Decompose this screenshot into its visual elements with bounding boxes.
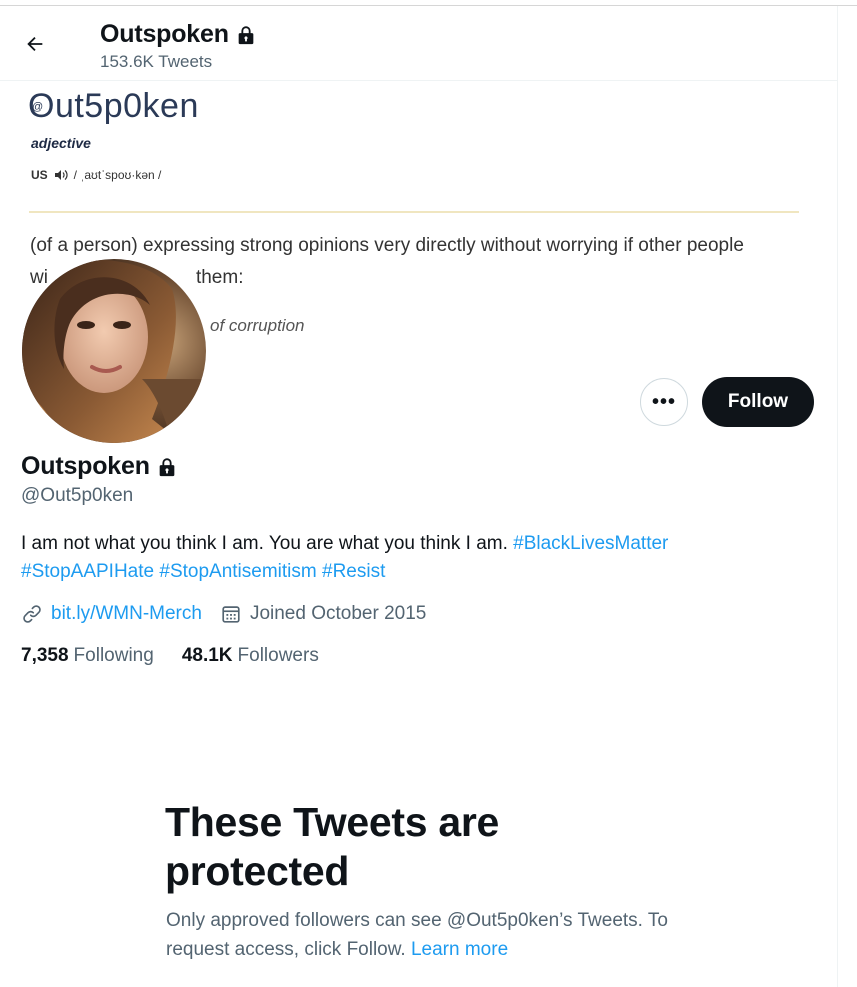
bio-text: I am not what you think I am. You are wh… <box>21 533 514 554</box>
lock-icon <box>159 457 175 476</box>
banner-word-at: @ <box>32 101 44 113</box>
header-name: Outspoken <box>100 20 229 48</box>
profile-website: bit.ly/WMN-Merch <box>21 603 202 625</box>
hashtag-link[interactable]: #BlackLivesMatter <box>513 533 668 554</box>
followers-count: 48.1K <box>181 645 233 666</box>
follow-button[interactable]: Follow <box>702 377 814 427</box>
followers-link[interactable]: 48.1K Followers <box>182 645 319 667</box>
arrow-left-icon <box>27 36 43 52</box>
profile-handle: @Out5p0ken <box>21 485 134 506</box>
back-button[interactable] <box>15 24 55 64</box>
banner-divider <box>29 211 799 213</box>
lock-icon <box>238 25 254 44</box>
banner-ipa: / ˌaʊtˈspoʊ·kən / <box>73 168 162 182</box>
banner-definition-line1: (of a person) expressing strong opinions… <box>30 235 744 256</box>
hashtag-link[interactable]: #StopAntisemitism <box>159 561 316 582</box>
following-link[interactable]: 7,358 Following <box>21 645 154 667</box>
followers-label: Followers <box>237 645 319 666</box>
protected-message: Only approved followers can see @Out5p0k… <box>166 906 686 964</box>
profile-joined: Joined October 2015 <box>220 603 426 625</box>
hashtag-link[interactable]: #Resist <box>322 561 385 582</box>
joined-date: Joined October 2015 <box>249 603 427 624</box>
more-options-button[interactable]: ••• <box>640 378 688 426</box>
following-label: Following <box>73 645 154 666</box>
banner-definition-line2-end: them: <box>195 267 244 288</box>
avatar[interactable] <box>19 256 209 446</box>
banner-pronunciation: US / ˌaʊtˈspoʊ·kən / <box>31 168 161 182</box>
calendar-icon <box>222 606 240 623</box>
column-divider <box>837 6 838 987</box>
tweet-count: 153.6K Tweets <box>100 52 213 71</box>
learn-more-link[interactable]: Learn more <box>411 939 508 960</box>
profile-header: Outspoken 153.6K Tweets <box>0 6 837 81</box>
website-link[interactable]: bit.ly/WMN-Merch <box>51 603 202 625</box>
profile-display-name: Outspoken <box>21 452 178 481</box>
banner-word: @ Out5p0ken <box>28 87 199 126</box>
speaker-icon <box>54 170 68 180</box>
banner-example: of corruption <box>210 316 305 335</box>
profile-stats: 7,358 Following 48.1K Followers <box>21 645 347 667</box>
profile-name: Outspoken <box>21 452 150 480</box>
banner-word-text: Out5p0ken <box>28 87 199 125</box>
profile-meta: bit.ly/WMN-Merch Joined October 2015 <box>21 601 444 627</box>
profile-bio: I am not what you think I am. You are wh… <box>21 530 781 586</box>
following-count: 7,358 <box>21 645 69 666</box>
hashtag-link[interactable]: #StopAAPIHate <box>21 561 154 582</box>
banner-region: US <box>31 168 48 182</box>
link-icon <box>23 605 41 623</box>
banner-part-of-speech: adjective <box>31 135 91 151</box>
avatar-photo <box>22 259 206 443</box>
header-title: Outspoken <box>100 20 257 49</box>
protected-title: These Tweets are protected <box>165 799 499 894</box>
